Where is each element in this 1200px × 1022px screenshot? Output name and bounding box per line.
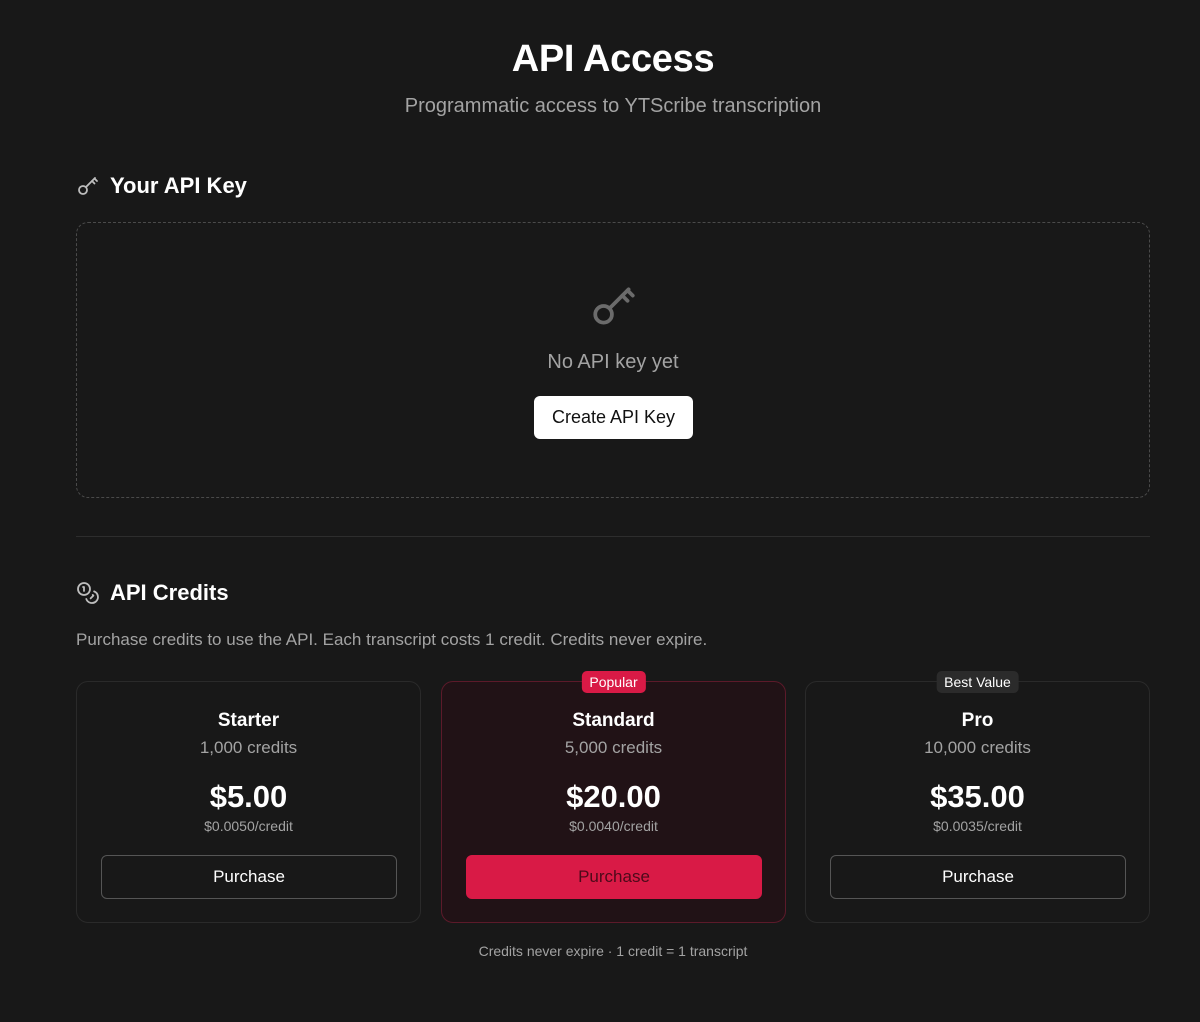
plan-credits: 5,000 credits xyxy=(564,738,663,757)
plan-per-credit: $0.0040/credit xyxy=(569,818,658,834)
credits-description: Purchase credits to use the API. Each tr… xyxy=(76,630,708,649)
create-api-key-button[interactable]: Create API Key xyxy=(534,396,693,439)
plan-credits: 1,000 credits xyxy=(199,738,298,757)
plan-price: $35.00 xyxy=(930,779,1025,814)
key-icon xyxy=(76,174,100,198)
api-credits-section-heading: API Credits xyxy=(76,580,229,606)
plan-name: Starter xyxy=(217,710,280,731)
key-icon xyxy=(589,281,639,331)
empty-state-text: No API key yet xyxy=(547,351,679,373)
section-divider xyxy=(76,536,1150,537)
plan-name: Standard xyxy=(572,710,655,731)
plan-name: Pro xyxy=(961,710,994,731)
purchase-pro-button[interactable]: Purchase xyxy=(830,855,1126,899)
plan-credits: 10,000 credits xyxy=(924,738,1031,757)
coins-icon xyxy=(76,581,100,605)
plan-per-credit: $0.0050/credit xyxy=(204,818,293,834)
plan-price: $5.00 xyxy=(209,779,288,814)
plan-card-standard: Popular Standard 5,000 credits $20.00 $0… xyxy=(441,671,786,923)
api-access-page: API Access Programmatic access to YTScri… xyxy=(0,0,1200,1022)
purchase-starter-button[interactable]: Purchase xyxy=(101,855,397,899)
plan-per-credit: $0.0035/credit xyxy=(933,818,1022,834)
purchase-standard-button[interactable]: Purchase xyxy=(466,855,762,899)
plan-price: $20.00 xyxy=(566,779,661,814)
api-key-heading-label: Your API Key xyxy=(110,173,247,198)
credits-footnote: Credits never expire · 1 credit = 1 tran… xyxy=(478,943,748,959)
page-subtitle: Programmatic access to YTScribe transcri… xyxy=(404,95,822,117)
popular-badge: Popular xyxy=(581,671,646,693)
plan-card-starter: Starter 1,000 credits $5.00 $0.0050/cred… xyxy=(76,681,421,923)
plan-card-pro: Best Value Pro 10,000 credits $35.00 $0.… xyxy=(805,671,1150,923)
best-value-badge: Best Value xyxy=(936,671,1019,693)
api-credits-heading-label: API Credits xyxy=(110,580,229,605)
api-key-section-heading: Your API Key xyxy=(76,173,247,199)
api-key-empty-state: No API key yet Create API Key xyxy=(76,222,1150,498)
page-title: API Access xyxy=(511,38,715,80)
